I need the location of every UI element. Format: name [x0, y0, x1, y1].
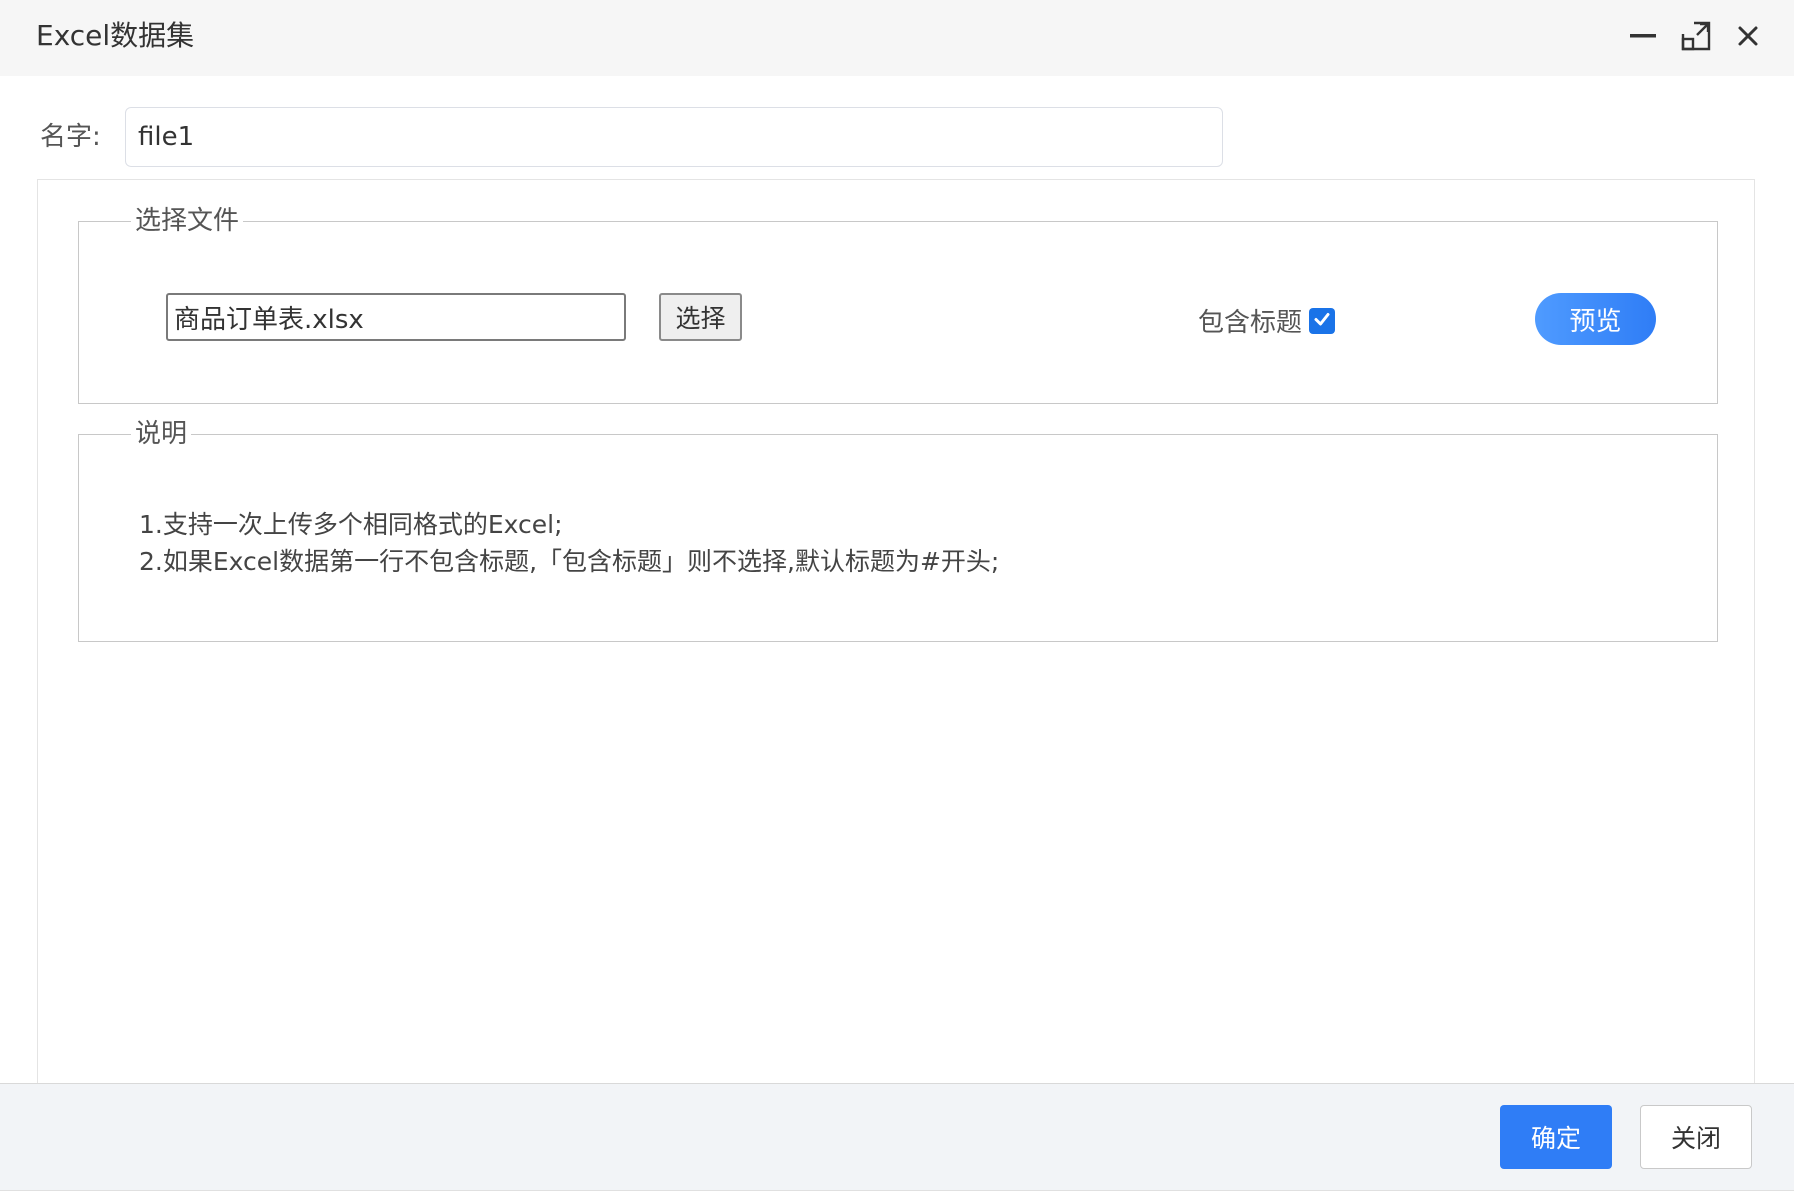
description-legend: 说明: [135, 419, 188, 449]
choose-file-button[interactable]: 选择: [659, 293, 742, 341]
include-header-checkbox[interactable]: [1309, 308, 1335, 334]
checkmark-icon: [1312, 309, 1332, 333]
preview-button[interactable]: 预览: [1535, 293, 1656, 345]
minimize-button[interactable]: [1625, 20, 1661, 56]
bottom-divider: [0, 1190, 1794, 1194]
description-line-1: 1.支持一次上传多个相同格式的Excel;: [139, 510, 563, 539]
dialog-title: Excel数据集: [36, 19, 195, 52]
excel-dataset-dialog: Excel数据集 名字: file1 选择文件 商品订单表.xlsx 选择 包含…: [0, 0, 1794, 1194]
maximize-button[interactable]: [1678, 20, 1714, 56]
include-header-label: 包含标题: [1198, 308, 1303, 338]
file-select-legend: 选择文件: [135, 206, 240, 236]
name-label: 名字:: [40, 122, 101, 152]
name-input[interactable]: [125, 107, 1223, 167]
file-path-input[interactable]: [166, 293, 626, 341]
maximize-icon: [1680, 20, 1712, 56]
window-close-button[interactable]: [1730, 20, 1766, 56]
close-icon: [1735, 23, 1761, 53]
title-bar: Excel数据集: [0, 0, 1794, 76]
close-button[interactable]: 关闭: [1640, 1105, 1752, 1169]
description-line-2: 2.如果Excel数据第一行不包含标题,「包含标题」则不选择,默认标题为#开头;: [139, 547, 1000, 576]
minimize-icon: [1628, 21, 1658, 55]
confirm-button[interactable]: 确定: [1500, 1105, 1612, 1169]
